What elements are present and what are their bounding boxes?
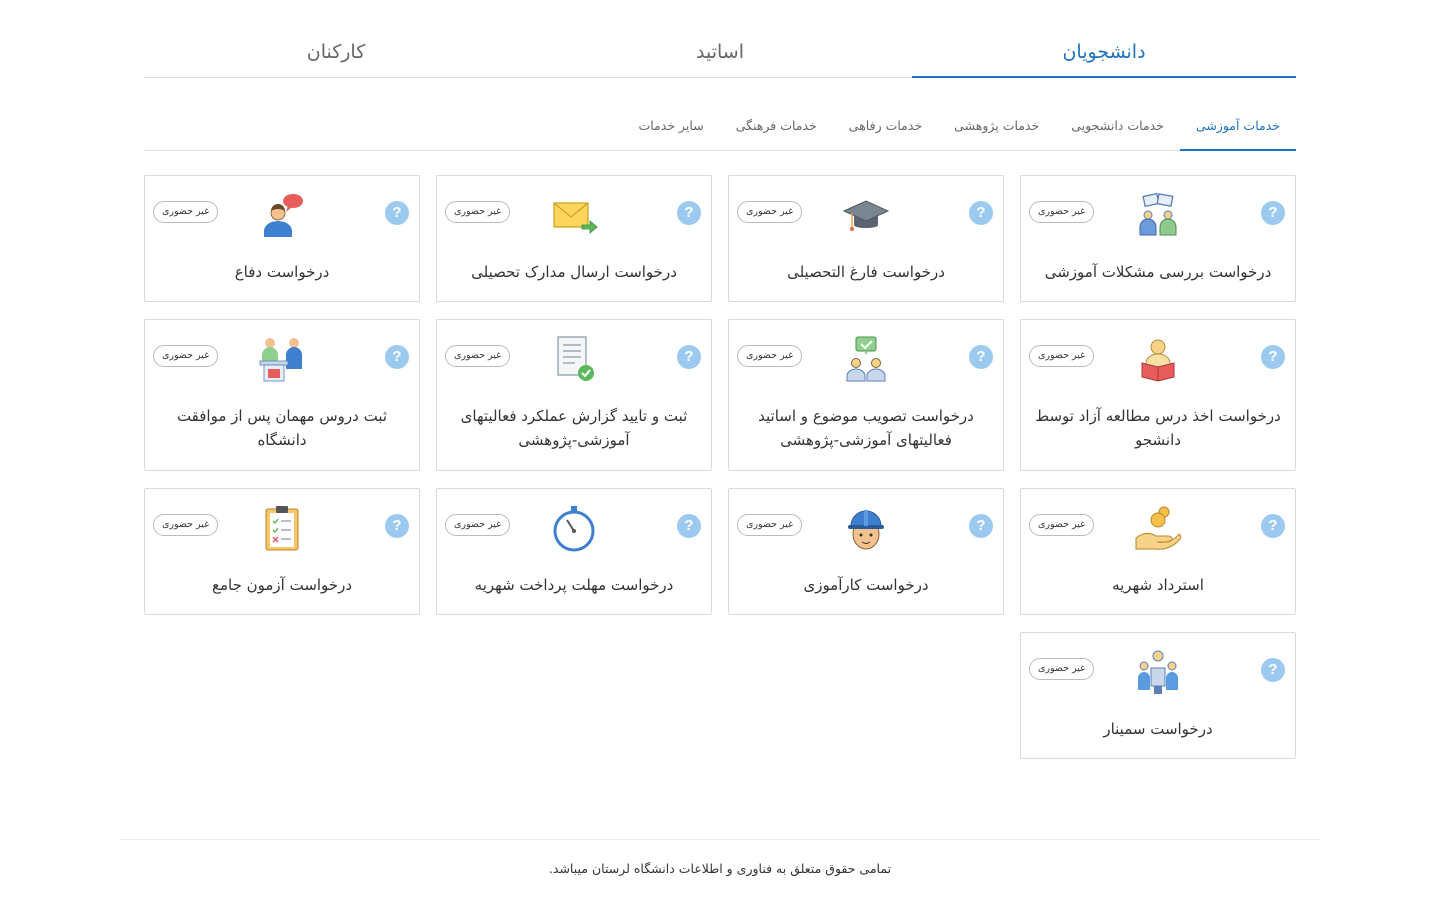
service-card-educational-problems[interactable]: ? غیر حضوری درخواست بررسی مشکلات آموزشی [1020, 175, 1296, 302]
envelope-arrow-icon [553, 202, 598, 234]
help-icon[interactable]: ? [677, 345, 701, 369]
card-title: درخواست سمینار [1103, 720, 1213, 738]
service-card-topic-approval[interactable]: ? غیر حضوری درخواست تصویب موضوع و اساتید… [728, 319, 1004, 471]
status-badge: غیر حضوری [445, 514, 511, 536]
person-speech-icon [264, 194, 303, 237]
person-book-icon [1141, 339, 1175, 382]
help-icon[interactable]: ? [385, 514, 409, 538]
status-badge: غیر حضوری [737, 345, 803, 367]
help-icon[interactable]: ? [969, 514, 993, 538]
hand-coin-icon [1135, 506, 1182, 550]
service-card-performance-report[interactable]: ? غیر حضوری ثبت و تایید گزارش عملکرد فعا… [436, 319, 712, 471]
worker-helmet-icon [848, 510, 884, 550]
service-card-tuition-deadline[interactable]: ? غیر حضوری درخواست مهلت پرداخت شهریه [436, 488, 712, 615]
service-card-free-study-course[interactable]: ? غیر حضوری درخواست اخذ درس مطالعه آزاد … [1020, 319, 1296, 471]
status-badge: غیر حضوری [153, 201, 219, 223]
graduation-cap-icon [842, 200, 890, 231]
card-title: درخواست آزمون جامع [211, 576, 353, 594]
service-card-defense[interactable]: ? غیر حضوری درخواست دفاع [144, 175, 420, 302]
people-papers-icon [1139, 192, 1177, 236]
status-badge: غیر حضوری [737, 514, 803, 536]
subtab-other-services[interactable]: سایر خدمات [622, 104, 719, 150]
status-badge: غیر حضوری [1029, 345, 1095, 367]
card-title: ثبت دروس مهمان پس از موافقت دانشگاه [176, 407, 388, 449]
help-icon[interactable]: ? [969, 345, 993, 369]
card-title: درخواست اخذ درس مطالعه آزاد توسط دانشجو [1035, 407, 1281, 449]
status-badge: غیر حضوری [1029, 658, 1095, 680]
status-badge: غیر حضوری [445, 345, 511, 367]
help-icon[interactable]: ? [677, 201, 701, 225]
guest-desk-icon [259, 338, 302, 382]
tab-professors[interactable]: اساتید [528, 28, 912, 77]
subtab-research-services[interactable]: خدمات پژوهشی [938, 104, 1055, 150]
services-grid: ? غیر حضوری درخواست بررسی مشکلات آموزشی … [144, 175, 1296, 759]
subtab-cultural-services[interactable]: خدمات فرهنگی [720, 104, 833, 150]
service-card-guest-courses[interactable]: ? غیر حضوری ثبت دروس مهمان پس از موافقت … [144, 319, 420, 471]
help-icon[interactable]: ? [1261, 658, 1285, 682]
people-approve-icon [846, 336, 886, 382]
seminar-meeting-icon [1138, 650, 1178, 694]
help-icon[interactable]: ? [677, 514, 701, 538]
report-check-icon [557, 336, 594, 381]
tab-staff[interactable]: کارکنان [144, 28, 528, 77]
service-card-tuition-refund[interactable]: ? غیر حضوری استرداد شهریه [1020, 488, 1296, 615]
card-title: درخواست کارآموزی [803, 576, 929, 594]
status-badge: غیر حضوری [153, 345, 219, 367]
card-title: درخواست مهلت پرداخت شهریه [474, 576, 674, 594]
subtab-student-services[interactable]: خدمات دانشجویی [1055, 104, 1180, 150]
service-card-seminar[interactable]: ? غیر حضوری درخواست سمینار [1020, 632, 1296, 759]
help-icon[interactable]: ? [385, 345, 409, 369]
help-icon[interactable]: ? [385, 201, 409, 225]
tab-students[interactable]: دانشجویان [912, 28, 1296, 78]
sub-tabs: خدمات آموزشی خدمات دانشجویی خدمات پژوهشی… [144, 104, 1297, 151]
clipboard-exam-icon [265, 506, 299, 551]
status-badge: غیر حضوری [445, 201, 511, 223]
service-card-graduation[interactable]: ? غیر حضوری درخواست فارغ التحصیلی [728, 175, 1004, 302]
status-badge: غیر حضوری [1029, 201, 1095, 223]
card-title: درخواست ارسال مدارک تحصیلی [471, 263, 677, 281]
card-title: استرداد شهریه [1112, 576, 1204, 594]
main-tabs: دانشجویان اساتید کارکنان [144, 28, 1296, 78]
card-title: درخواست بررسی مشکلات آموزشی [1044, 263, 1272, 281]
footer-copyright: تمامی حقوق متعلق به فناوری و اطلاعات دان… [548, 861, 892, 876]
card-title: درخواست تصویب موضوع و اساتید فعالیتهای آ… [758, 407, 974, 449]
service-card-send-documents[interactable]: ? غیر حضوری درخواست ارسال مدارک تحصیلی [436, 175, 712, 302]
help-icon[interactable]: ? [1261, 345, 1285, 369]
subtab-welfare-services[interactable]: خدمات رفاهی [833, 104, 938, 150]
service-card-comprehensive-exam[interactable]: ? غیر حضوری درخواست آزمون جامع [144, 488, 420, 615]
status-badge: غیر حضوری [153, 514, 219, 536]
subtab-educational-services[interactable]: خدمات آموزشی [1179, 104, 1297, 151]
help-icon[interactable]: ? [1261, 201, 1285, 225]
page: دانشجویان اساتید کارکنان خدمات آموزشی خد… [0, 0, 1440, 900]
service-card-internship[interactable]: ? غیر حضوری درخواست کارآموزی [728, 488, 1004, 615]
card-title: درخواست دفاع [234, 263, 330, 281]
help-icon[interactable]: ? [969, 201, 993, 225]
card-title: ثبت و تایید گزارش عملکرد فعالیتهای آموزش… [460, 407, 688, 449]
footer-divider [120, 839, 1320, 840]
help-icon[interactable]: ? [1261, 514, 1285, 538]
card-title: درخواست فارغ التحصیلی [787, 263, 945, 281]
status-badge: غیر حضوری [737, 201, 803, 223]
stopwatch-icon [553, 506, 595, 552]
status-badge: غیر حضوری [1029, 514, 1095, 536]
